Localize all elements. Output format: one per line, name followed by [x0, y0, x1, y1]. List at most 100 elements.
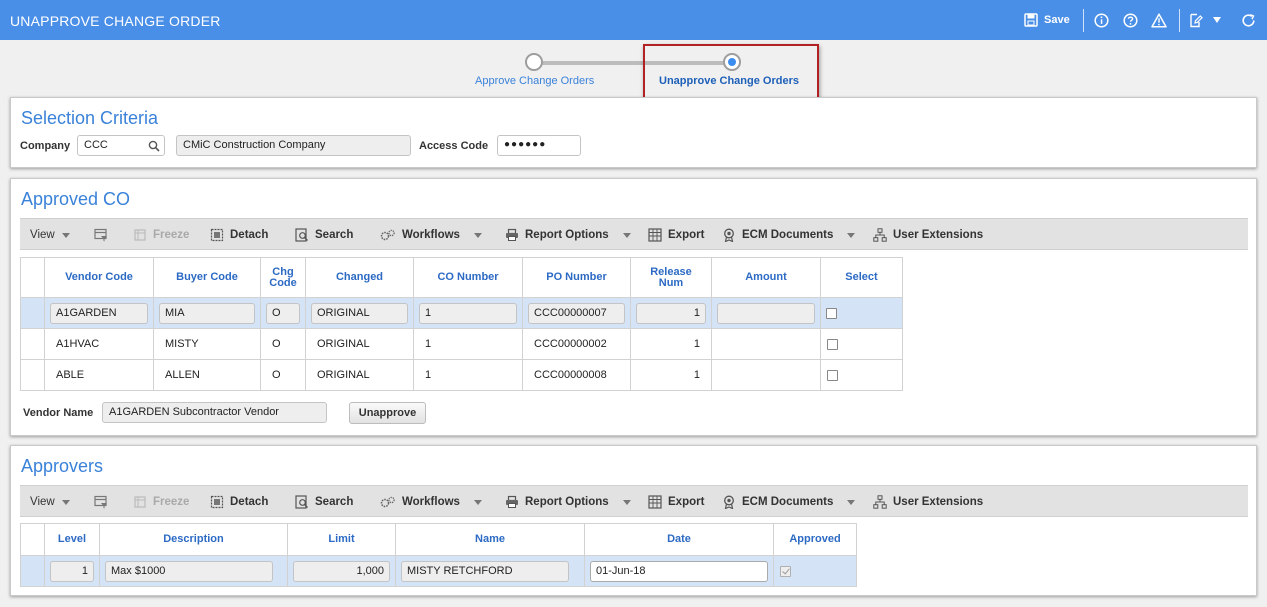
chevron-down-icon: [473, 232, 482, 238]
column-header[interactable]: Description: [99, 523, 288, 556]
limit-field[interactable]: 1,000: [293, 560, 390, 582]
export-button[interactable]: Export: [648, 219, 704, 251]
detach-button[interactable]: Detach: [210, 486, 268, 518]
table-header-row: Vendor Code Buyer Code Chg Code Changed …: [20, 257, 903, 298]
column-header[interactable]: Release Num: [630, 257, 712, 298]
column-header[interactable]: Level: [44, 523, 100, 556]
step-dot-approve[interactable]: [525, 53, 543, 71]
detach-icon: [210, 228, 224, 242]
report-options-menu[interactable]: Report Options: [505, 219, 631, 251]
access-code-label: Access Code: [419, 140, 489, 152]
view-label: View: [30, 229, 55, 241]
user-extensions-button[interactable]: User Extensions: [873, 219, 983, 251]
warning-button[interactable]: [1151, 0, 1167, 40]
approved-checkbox[interactable]: [780, 565, 791, 577]
edit-menu-button[interactable]: [1188, 0, 1221, 40]
view-menu[interactable]: View: [30, 219, 70, 251]
table-row[interactable]: 1 Max $1000 1,000 MISTY RETCHFORD 01-Jun…: [20, 555, 857, 587]
search-icon[interactable]: [148, 140, 160, 152]
ecm-documents-menu[interactable]: ECM Documents: [722, 219, 856, 251]
company-name-field: CMiC Construction Company: [176, 135, 411, 156]
column-header[interactable]: PO Number: [522, 257, 631, 298]
step-label-approve[interactable]: Approve Change Orders: [475, 75, 594, 87]
info-button[interactable]: [1094, 0, 1109, 40]
select-checkbox[interactable]: [826, 307, 837, 319]
freeze-button[interactable]: Freeze: [133, 486, 189, 518]
changed-field[interactable]: ORIGINAL: [311, 302, 408, 324]
user-extensions-button[interactable]: User Extensions: [873, 486, 983, 518]
title-bar: UNAPPROVE CHANGE ORDER Save: [0, 0, 1267, 40]
column-header[interactable]: Limit: [287, 523, 396, 556]
row-selector-header: [20, 523, 45, 556]
table-row[interactable]: A1GARDEN MIA O ORIGINAL 1 CCC00000007 1: [20, 297, 903, 329]
row-selector[interactable]: [20, 328, 45, 360]
save-button[interactable]: Save: [1024, 0, 1070, 40]
page-title: UNAPPROVE CHANGE ORDER: [10, 13, 221, 29]
amount-cell: [711, 328, 821, 360]
help-icon: [1123, 12, 1138, 28]
column-header[interactable]: Select: [820, 257, 903, 298]
active-step-highlight: [643, 44, 819, 99]
freeze-button[interactable]: Freeze: [133, 219, 189, 251]
amount-field[interactable]: [717, 302, 815, 324]
column-header[interactable]: Amount: [711, 257, 821, 298]
selection-criteria-panel: Selection Criteria Company CCC CMiC Cons…: [10, 97, 1257, 168]
vendor-code-cell: A1HVAC: [44, 328, 154, 360]
select-checkbox[interactable]: [827, 369, 838, 381]
search-label: Search: [315, 496, 354, 508]
column-header[interactable]: Date: [584, 523, 774, 556]
name-field[interactable]: MISTY RETCHFORD: [401, 560, 569, 582]
description-field[interactable]: Max $1000: [105, 560, 273, 582]
workflows-icon: [380, 229, 395, 241]
user-extensions-label: User Extensions: [893, 229, 984, 241]
chg-code-cell: O: [260, 328, 306, 360]
row-selector[interactable]: [20, 297, 45, 329]
save-icon: [1024, 13, 1038, 27]
table-row[interactable]: ABLE ALLEN O ORIGINAL 1 CCC00000008 1: [20, 359, 903, 391]
report-options-menu[interactable]: Report Options: [505, 486, 631, 518]
level-field[interactable]: 1: [50, 560, 94, 582]
freeze-icon: [134, 229, 146, 241]
search-button[interactable]: Search: [295, 486, 353, 518]
company-input[interactable]: CCC: [77, 135, 165, 156]
refresh-button[interactable]: [1241, 0, 1256, 40]
filter-button[interactable]: [94, 219, 108, 251]
select-checkbox[interactable]: [827, 338, 838, 350]
detach-button[interactable]: Detach: [210, 219, 268, 251]
vendor-code-field[interactable]: A1GARDEN: [50, 302, 148, 324]
report-options-label: Report Options: [525, 496, 609, 508]
buyer-code-field[interactable]: MIA: [159, 302, 255, 324]
column-header[interactable]: Approved: [773, 523, 857, 556]
column-header[interactable]: Changed: [305, 257, 414, 298]
date-field[interactable]: 01-Jun-18: [590, 560, 768, 582]
view-menu[interactable]: View: [30, 486, 70, 518]
column-header[interactable]: Chg Code: [260, 257, 306, 298]
view-label: View: [30, 496, 55, 508]
detach-label: Detach: [230, 496, 269, 508]
chevron-down-icon: [847, 499, 856, 505]
row-selector[interactable]: [20, 555, 45, 587]
column-header[interactable]: CO Number: [413, 257, 523, 298]
release-num-field[interactable]: 1: [636, 302, 706, 324]
column-header[interactable]: Vendor Code: [44, 257, 154, 298]
co-number-field[interactable]: 1: [419, 302, 517, 324]
report-options-label: Report Options: [525, 229, 609, 241]
export-button[interactable]: Export: [648, 486, 704, 518]
search-button[interactable]: Search: [295, 219, 353, 251]
column-header[interactable]: Name: [395, 523, 585, 556]
co-number-cell: 1: [413, 328, 523, 360]
help-button[interactable]: [1123, 0, 1138, 40]
row-selector[interactable]: [20, 359, 45, 391]
table-header-row: Level Description Limit Name Date Approv…: [20, 523, 857, 556]
po-number-field[interactable]: CCC00000007: [528, 302, 625, 324]
unapprove-button[interactable]: Unapprove: [349, 402, 426, 424]
workflows-menu[interactable]: Workflows: [380, 486, 482, 518]
chg-code-field[interactable]: O: [266, 302, 300, 324]
access-code-input[interactable]: ●●●●●●: [497, 135, 581, 156]
ecm-documents-menu[interactable]: ECM Documents: [722, 486, 856, 518]
filter-button[interactable]: [94, 486, 108, 518]
workflows-menu[interactable]: Workflows: [380, 219, 482, 251]
table-row[interactable]: A1HVAC MISTY O ORIGINAL 1 CCC00000002 1: [20, 328, 903, 360]
chevron-down-icon: [847, 232, 856, 238]
column-header[interactable]: Buyer Code: [153, 257, 261, 298]
